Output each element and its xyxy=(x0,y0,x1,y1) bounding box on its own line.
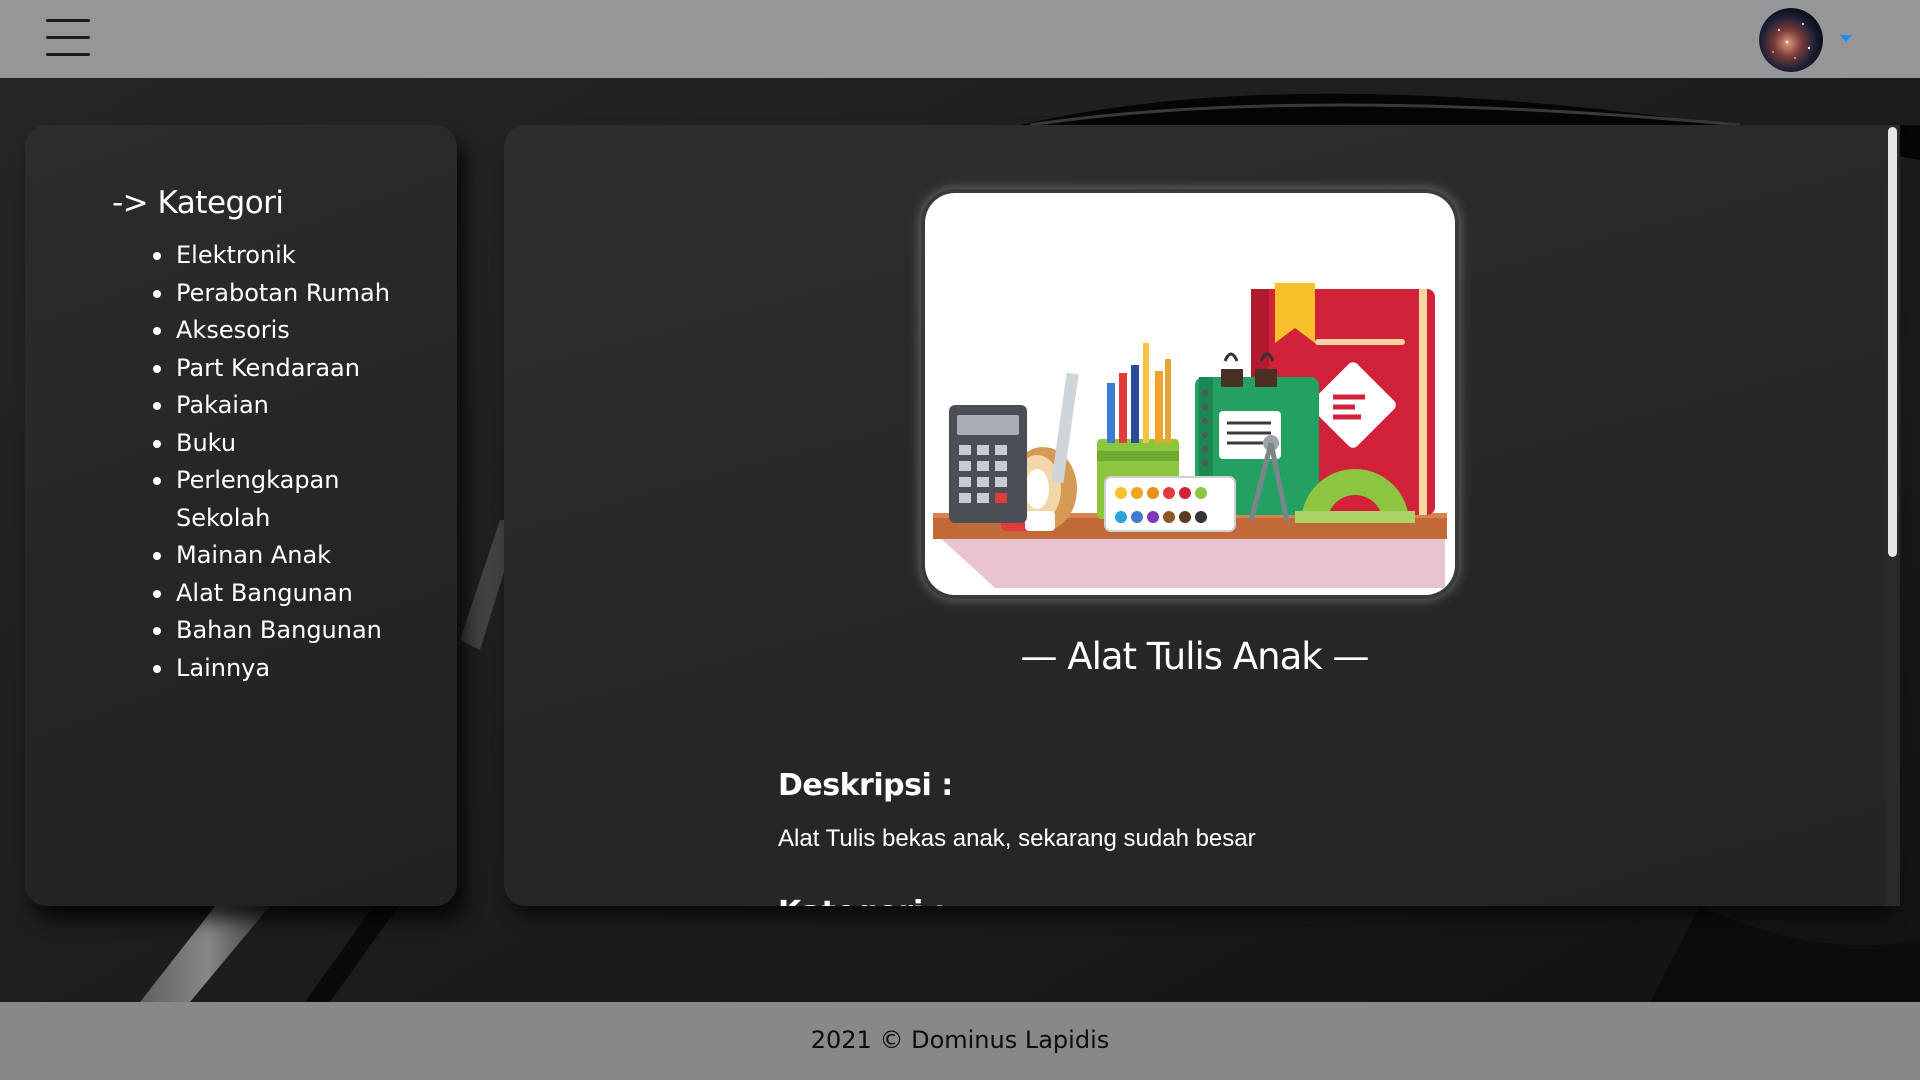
category-item-alat-bangunan[interactable]: Alat Bangunan xyxy=(153,575,416,613)
category-item-pakaian[interactable]: Pakaian xyxy=(153,387,416,425)
category-item-aksesoris[interactable]: Aksesoris xyxy=(153,312,416,350)
content-scrollbar[interactable] xyxy=(1885,125,1900,906)
menu-line xyxy=(46,36,90,39)
product-detail-card: — Alat Tulis Anak — Deskripsi : Alat Tul… xyxy=(504,125,1885,906)
caret-down-icon[interactable] xyxy=(1840,35,1852,42)
product-title: — Alat Tulis Anak — xyxy=(1020,635,1370,678)
product-image xyxy=(925,193,1455,595)
menu-line xyxy=(46,19,90,22)
category-item-bahan-bangunan[interactable]: Bahan Bangunan xyxy=(153,612,416,650)
menu-line xyxy=(46,53,90,56)
category-item-lainnya[interactable]: Lainnya xyxy=(153,650,416,688)
sidebar-title: -> Kategori xyxy=(112,185,284,221)
category-item-buku[interactable]: Buku xyxy=(153,425,416,463)
top-navbar xyxy=(0,0,1920,78)
stationery-illustration xyxy=(933,283,1447,588)
description-text: Alat Tulis bekas anak, sekarang sudah be… xyxy=(778,825,1256,852)
page-footer: 2021 © Dominus Lapidis xyxy=(0,1002,1920,1080)
category-sidebar: -> Kategori Elektronik Perabotan Rumah A… xyxy=(25,125,457,906)
avatar-image xyxy=(1759,8,1823,72)
category-list: Elektronik Perabotan Rumah Aksesoris Par… xyxy=(153,237,416,688)
category-item-elektronik[interactable]: Elektronik xyxy=(153,237,416,275)
user-avatar[interactable] xyxy=(1759,8,1823,72)
category-label: Kategori : xyxy=(778,895,946,906)
hamburger-menu-icon[interactable] xyxy=(46,17,90,57)
footer-copyright: 2021 © Dominus Lapidis xyxy=(810,1026,1110,1054)
profile-dropdown[interactable] xyxy=(1759,8,1859,72)
category-item-perlengkapan-sekolah[interactable]: Perlengkapan Sekolah xyxy=(153,462,416,537)
description-label: Deskripsi : xyxy=(778,768,953,803)
category-item-perabotan-rumah[interactable]: Perabotan Rumah xyxy=(153,275,416,313)
category-item-part-kendaraan[interactable]: Part Kendaraan xyxy=(153,350,416,388)
category-item-mainan-anak[interactable]: Mainan Anak xyxy=(153,537,416,575)
scrollbar-thumb[interactable] xyxy=(1888,127,1897,557)
